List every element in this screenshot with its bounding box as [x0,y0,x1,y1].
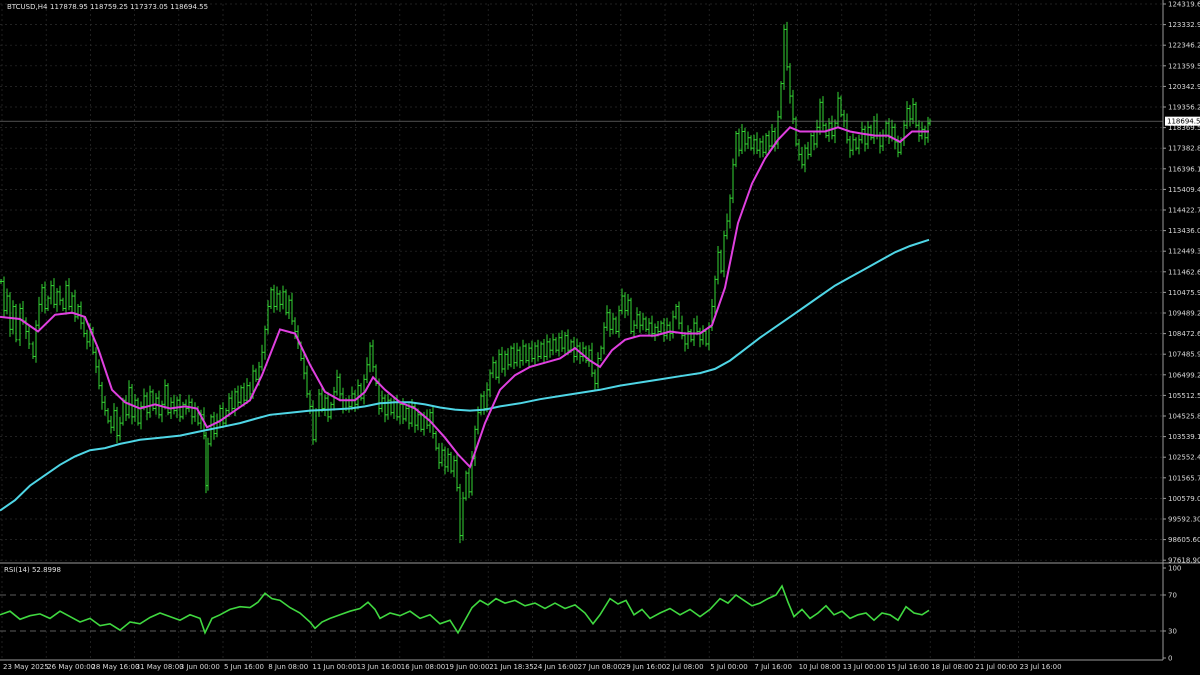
current-price-tag-label: 118694.55 [1167,118,1200,126]
x-tick-label: 26 May 00:00 [47,663,95,671]
x-tick-label: 10 Jul 08:00 [799,663,841,671]
y-tick-label: 104525.80 [1168,413,1200,421]
y-tick-label: 117382.80 [1168,145,1200,153]
y-tick-label: 105512.50 [1168,392,1200,400]
x-tick-label: 2 Jul 08:00 [666,663,704,671]
x-tick-label: 5 Jun 16:00 [224,663,264,671]
y-tick-label: 123332.90 [1168,21,1200,29]
x-tick-label: 31 May 08:00 [136,663,184,671]
y-tick-label: 98605.60 [1168,536,1200,544]
x-tick-label: 13 Jul 00:00 [843,663,885,671]
rsi-y-tick-label: 30 [1168,628,1177,636]
x-tick-label: 23 Jul 16:00 [1020,663,1062,671]
y-tick-label: 121359.50 [1168,62,1200,70]
rsi-y-tick-label: 100 [1168,565,1181,573]
x-tick-label: 18 Jul 08:00 [931,663,973,671]
x-tick-label: 5 Jul 00:00 [710,663,748,671]
y-tick-label: 106499.20 [1168,371,1200,379]
rsi-y-tick-label: 0 [1168,655,1172,663]
y-tick-label: 116396.10 [1168,165,1200,173]
x-tick-label: 27 Jun 08:00 [578,663,622,671]
y-tick-label: 110475.90 [1168,289,1200,297]
x-tick-label: 24 Jun 16:00 [533,663,577,671]
x-tick-label: 21 Jul 00:00 [975,663,1017,671]
x-tick-label: 3 Jun 00:00 [180,663,220,671]
chart-background [0,0,1200,675]
y-tick-label: 99592.30 [1168,516,1200,524]
x-tick-label: 28 May 16:00 [91,663,139,671]
y-tick-label: 122346.20 [1168,42,1200,50]
x-tick-label: 21 Jun 18:35 [489,663,533,671]
x-tick-label: 7 Jul 16:00 [754,663,792,671]
y-tick-label: 109489.20 [1168,310,1200,318]
y-tick-label: 112449.30 [1168,248,1200,256]
y-tick-label: 111462.60 [1168,268,1200,276]
y-tick-label: 119356.20 [1168,104,1200,112]
y-tick-label: 124319.60 [1168,1,1200,9]
x-tick-label: 13 Jun 16:00 [357,663,401,671]
y-tick-label: 107485.90 [1168,351,1200,359]
rsi-y-tick-label: 70 [1168,592,1177,600]
x-tick-label: 15 Jul 16:00 [887,663,929,671]
x-tick-label: 19 Jun 00:00 [445,663,489,671]
x-tick-label: 29 Jun 16:00 [622,663,666,671]
y-tick-label: 114422.70 [1168,207,1200,215]
x-tick-label: 16 Jun 08:00 [401,663,445,671]
y-tick-label: 102552.40 [1168,454,1200,462]
symbol-label: BTCUSD,H4 [7,3,48,11]
y-tick-label: 100579.00 [1168,495,1200,503]
y-tick-label: 101565.70 [1168,474,1200,482]
y-tick-label: 108472.60 [1168,330,1200,338]
trading-chart[interactable]: 23 May 202526 May 00:0028 May 16:0031 Ma… [0,0,1200,675]
x-tick-label: 11 Jun 00:00 [312,663,356,671]
y-tick-label: 115409.40 [1168,186,1200,194]
x-tick-label: 8 Jun 08:00 [268,663,308,671]
y-tick-label: 103539.10 [1168,433,1200,441]
ohlc-label: 117878.95 118759.25 117373.05 118694.55 [50,3,208,11]
y-tick-label: 120342.90 [1168,83,1200,91]
y-tick-label: 113436.00 [1168,227,1200,235]
x-tick-label: 23 May 2025 [3,663,49,671]
rsi-title: RSI(14) 52.8998 [4,566,61,574]
